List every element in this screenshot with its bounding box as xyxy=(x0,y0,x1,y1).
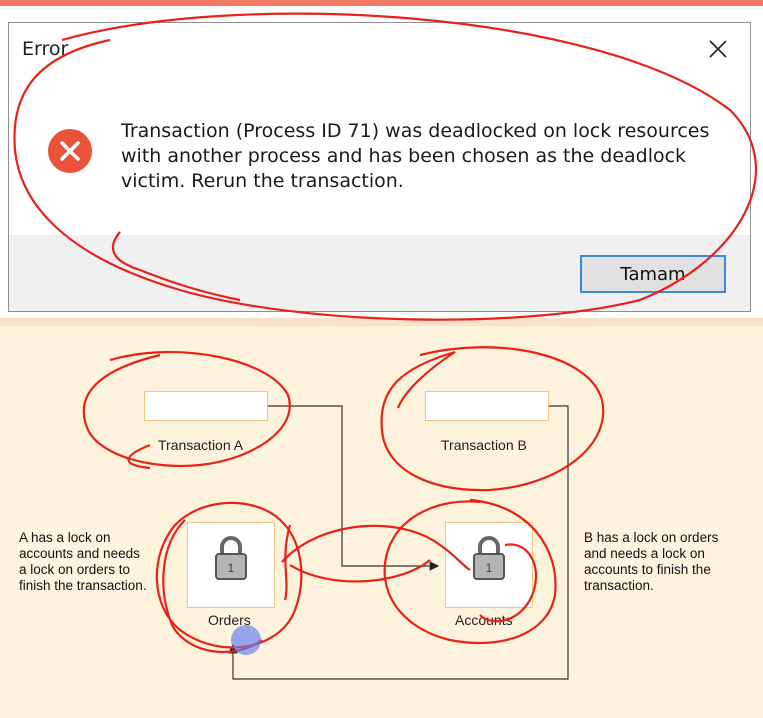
annotation-scribble-transaction-a xyxy=(127,443,151,470)
annotation-overlay xyxy=(13,12,757,680)
annotation-ellipse-orders xyxy=(155,501,303,649)
annotation-cross-arrow-2 xyxy=(289,559,431,583)
annotation-ellipse-dialog xyxy=(13,12,757,321)
annotation-ellipse-transaction-b xyxy=(380,346,605,492)
red-annotations xyxy=(13,12,757,654)
connector-b-to-orders xyxy=(228,405,569,680)
connector-a-to-accounts xyxy=(268,405,440,571)
annotation-ellipse-transaction-a xyxy=(82,350,291,467)
annotation-ellipse-orders-3 xyxy=(283,524,292,601)
annotation-cross-arrow xyxy=(281,524,471,571)
cursor-highlight xyxy=(231,625,261,655)
annotation-accounts-curl xyxy=(479,543,538,623)
